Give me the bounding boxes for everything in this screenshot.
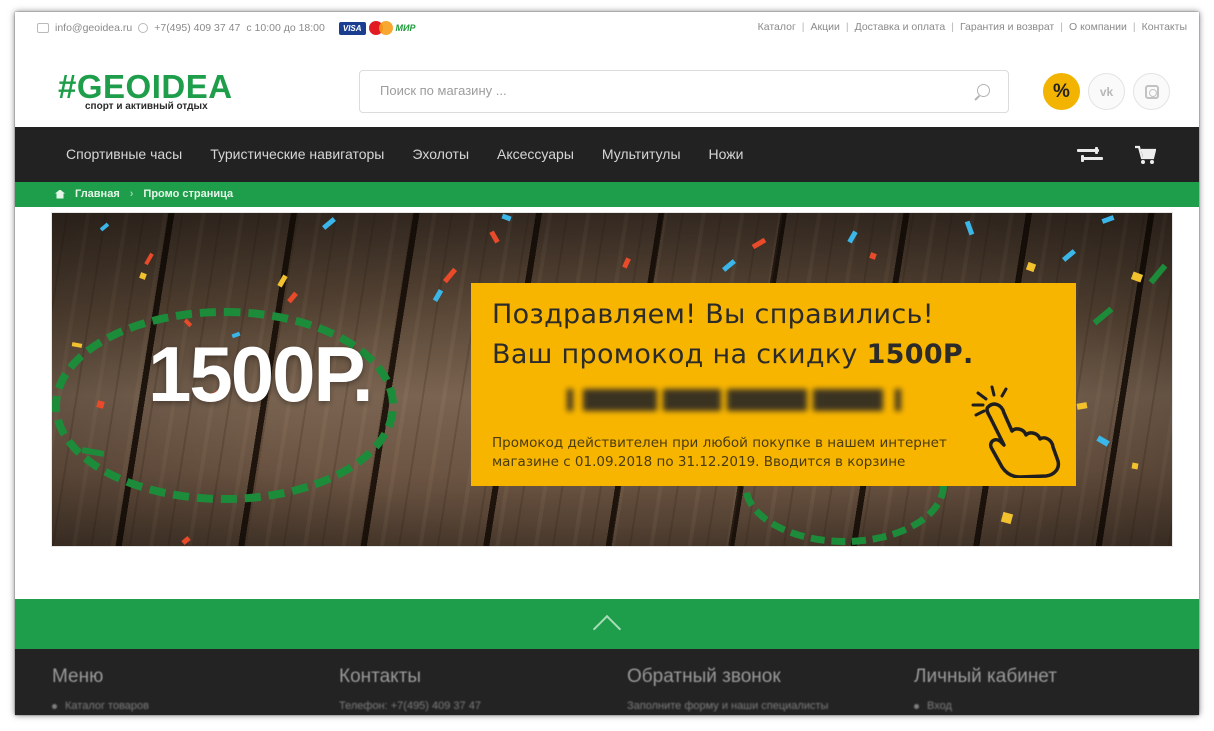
scroll-top-bar[interactable] bbox=[15, 599, 1199, 649]
home-icon bbox=[55, 189, 65, 199]
promo-discount-amount: 1500Р. bbox=[866, 339, 974, 370]
mastercard-logo bbox=[368, 21, 393, 35]
separator: | bbox=[951, 21, 954, 33]
payment-logos: VISA МИР bbox=[338, 21, 416, 35]
visa-logo: VISA bbox=[338, 21, 366, 35]
top-bar: info@geoidea.ru +7(495) 409 37 47 с 10:0… bbox=[15, 12, 1199, 44]
top-link-warranty[interactable]: Гарантия и возврат bbox=[960, 21, 1054, 33]
breadcrumb: Главная › Промо страница bbox=[15, 182, 1199, 207]
promo-terms-line1: Промокод действителен при любой покупке … bbox=[492, 435, 947, 451]
footer-heading: Личный кабинет bbox=[914, 666, 1057, 687]
footer: Меню Каталог товаров Контакты Телефон: +… bbox=[15, 649, 1199, 715]
phone-number[interactable]: +7(495) 409 37 47 bbox=[154, 22, 240, 34]
footer-heading: Обратный звонок bbox=[627, 666, 781, 687]
top-link-contacts[interactable]: Контакты bbox=[1142, 21, 1187, 33]
footer-heading: Контакты bbox=[339, 666, 422, 687]
bullet-icon bbox=[52, 703, 57, 709]
separator: | bbox=[1060, 21, 1063, 33]
separator: | bbox=[1132, 21, 1136, 33]
footer-col-contacts: Контакты Телефон: +7(495) 409 37 47 bbox=[339, 666, 481, 712]
search-box bbox=[359, 70, 1009, 113]
promo-banner: 1500Р. Поздравляем! Вы справились! Ваш п… bbox=[51, 212, 1173, 547]
promo-congrats: Поздравляем! Вы справились! bbox=[492, 299, 934, 330]
promo-terms-line2: магазине с 01.09.2018 по 31.12.2019. Вво… bbox=[492, 454, 906, 470]
nav-item-multitools[interactable]: Мультитулы bbox=[602, 146, 681, 162]
footer-phone[interactable]: Телефон: +7(495) 409 37 47 bbox=[339, 700, 481, 712]
footer-link-text: Вход bbox=[927, 700, 952, 712]
breadcrumb-current: Промо страница bbox=[143, 188, 234, 200]
footer-link[interactable]: Каталог товаров bbox=[52, 700, 149, 712]
promo-discount-line: Ваш промокод на скидку 1500Р. bbox=[492, 339, 974, 370]
top-link-about[interactable]: О компании bbox=[1069, 21, 1127, 33]
sale-button[interactable]: % bbox=[1043, 73, 1080, 110]
nav-item-knives[interactable]: Ножи bbox=[709, 146, 744, 162]
instagram-button[interactable] bbox=[1133, 73, 1170, 110]
phone-icon bbox=[138, 23, 149, 33]
top-link-catalog[interactable]: Каталог bbox=[758, 21, 796, 33]
vk-button[interactable]: vk bbox=[1088, 73, 1125, 110]
promo-card: Поздравляем! Вы справились! Ваш промокод… bbox=[471, 283, 1076, 486]
cart-icon[interactable] bbox=[1134, 145, 1156, 165]
promo-terms: Промокод действителен при любой покупке … bbox=[492, 434, 947, 472]
mail-icon bbox=[37, 23, 49, 33]
site-logo[interactable]: #GEOIDEA спорт и активный отдых bbox=[58, 68, 233, 113]
compare-icon[interactable] bbox=[1077, 147, 1103, 163]
main-nav: Спортивные часы Туристические навигаторы… bbox=[15, 127, 1199, 182]
hand-pointer-icon bbox=[971, 385, 1061, 478]
mir-logo: МИР bbox=[395, 23, 416, 33]
confetti bbox=[1131, 462, 1139, 470]
footer-callback-text: Заполните форму и наши специалисты bbox=[627, 700, 829, 712]
top-links: Каталог | Акции | Доставка и оплата | Гаран… bbox=[758, 21, 1187, 33]
footer-col-callback: Обратный звонок Заполните форму и наши с… bbox=[627, 666, 828, 712]
promo-discount-text: Ваш промокод на скидку bbox=[492, 339, 867, 370]
work-hours: с 10:00 до 18:00 bbox=[246, 22, 325, 34]
logo-tagline: спорт и активный отдых bbox=[85, 101, 208, 112]
footer-link-text: Каталог товаров bbox=[65, 700, 149, 712]
top-link-delivery[interactable]: Доставка и оплата bbox=[855, 21, 946, 33]
nav-item-echo-sounders[interactable]: Эхолоты bbox=[412, 146, 469, 162]
nav-item-accessories[interactable]: Аксессуары bbox=[497, 146, 574, 162]
logo-text: #GEOIDEA bbox=[58, 68, 233, 105]
breadcrumb-home[interactable]: Главная bbox=[75, 188, 120, 200]
separator: | bbox=[845, 21, 849, 33]
bullet-icon bbox=[914, 703, 919, 709]
breadcrumb-divider: › bbox=[129, 188, 134, 200]
top-link-sales[interactable]: Акции bbox=[811, 21, 840, 33]
footer-col-menu: Меню Каталог товаров bbox=[52, 666, 149, 712]
browser-page: info@geoidea.ru +7(495) 409 37 47 с 10:0… bbox=[15, 12, 1199, 715]
footer-link[interactable]: Вход bbox=[914, 700, 1057, 712]
nav-item-navigators[interactable]: Туристические навигаторы bbox=[210, 146, 384, 162]
separator: | bbox=[801, 21, 805, 33]
footer-col-account: Личный кабинет Вход bbox=[914, 666, 1057, 712]
confetti bbox=[52, 403, 58, 411]
nav-item-sport-watches[interactable]: Спортивные часы bbox=[66, 146, 182, 162]
email-link[interactable]: info@geoidea.ru bbox=[55, 22, 132, 34]
instagram-icon bbox=[1144, 84, 1159, 99]
chevron-up-icon[interactable] bbox=[592, 614, 622, 644]
promo-code-blurred[interactable] bbox=[567, 383, 903, 417]
discount-amount: 1500Р. bbox=[148, 330, 374, 418]
search-icon[interactable] bbox=[977, 84, 990, 97]
footer-heading: Меню bbox=[52, 666, 104, 687]
search-input[interactable] bbox=[380, 83, 940, 98]
